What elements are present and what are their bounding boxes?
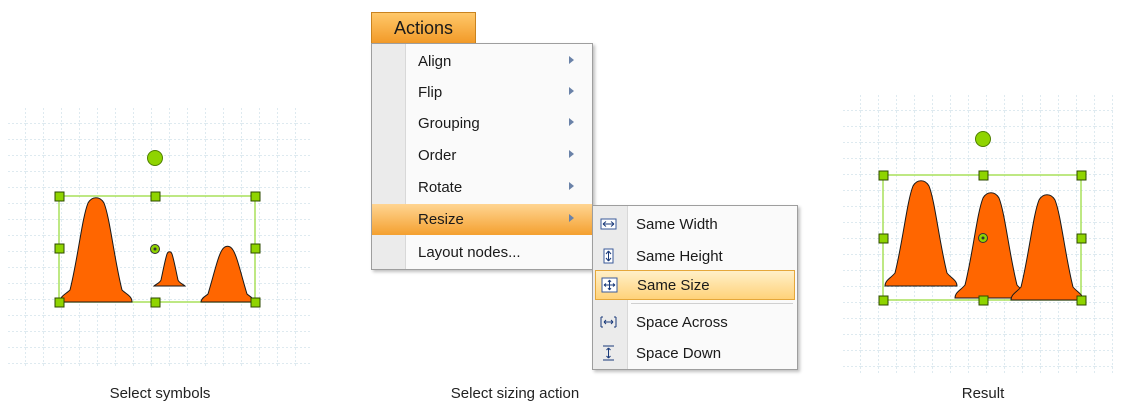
- right-canvas[interactable]: [843, 95, 1113, 373]
- rotation-handle[interactable]: [147, 150, 163, 166]
- left-grid-canvas: [8, 108, 310, 368]
- same-height-icon: [603, 248, 614, 264]
- space-down-icon: [603, 345, 614, 361]
- submenu-arrow-icon: [569, 87, 574, 95]
- submenu-arrow-icon: [569, 150, 574, 158]
- menu-item-resize[interactable]: Resize: [372, 204, 592, 235]
- left-caption: Select symbols: [109, 385, 211, 402]
- submenu-item-same-size[interactable]: Same Size: [595, 270, 795, 300]
- right-grid-canvas: [843, 95, 1113, 373]
- rotation-handle[interactable]: [975, 131, 991, 147]
- menu-item-flip[interactable]: Flip: [372, 77, 592, 108]
- menu-item-order[interactable]: Order: [372, 140, 592, 171]
- menu-item-grouping[interactable]: Grouping: [372, 108, 592, 139]
- actions-menu-button[interactable]: Actions: [371, 12, 476, 43]
- menu-item-align[interactable]: Align: [372, 46, 592, 77]
- same-width-icon: [600, 218, 617, 230]
- submenu-item-same-height[interactable]: Same Height: [593, 241, 797, 271]
- submenu-item-space-down[interactable]: Space Down: [593, 338, 797, 368]
- same-size-icon: [601, 277, 618, 293]
- resize-submenu: Same Width Same Height Same Size Space A…: [592, 205, 798, 370]
- menu-item-layout-nodes[interactable]: Layout nodes...: [372, 237, 592, 268]
- middle-caption: Select sizing action: [450, 385, 580, 402]
- submenu-arrow-icon: [569, 214, 574, 222]
- submenu-arrow-icon: [569, 56, 574, 64]
- space-across-icon: [600, 316, 617, 328]
- right-caption: Result: [961, 385, 1005, 402]
- submenu-arrow-icon: [569, 182, 574, 190]
- submenu-arrow-icon: [569, 118, 574, 126]
- menu-item-rotate[interactable]: Rotate: [372, 172, 592, 203]
- submenu-item-same-width[interactable]: Same Width: [593, 209, 797, 239]
- submenu-item-space-across[interactable]: Space Across: [593, 307, 797, 337]
- left-canvas[interactable]: [8, 108, 310, 368]
- actions-menu: Align Flip Grouping Order Rotate Resize …: [371, 43, 593, 270]
